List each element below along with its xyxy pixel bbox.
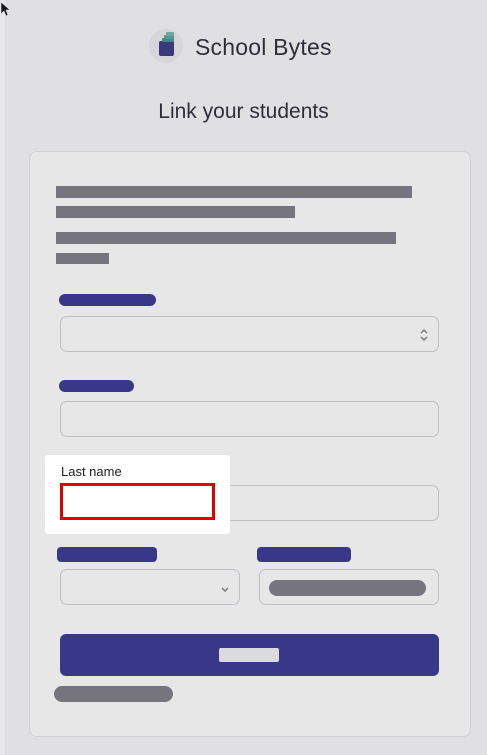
year-level-label [57,547,157,562]
description-line [56,186,412,198]
book-stack-icon [149,29,183,63]
submit-button-label [219,648,279,662]
last-name-highlight: Last name [45,455,230,534]
brand-header: School Bytes [0,22,487,72]
first-name-field[interactable] [60,401,439,437]
chevron-down-icon [221,587,229,592]
secondary-link[interactable] [54,686,173,702]
school-select[interactable] [60,316,439,352]
first-name-label [59,380,134,392]
mouse-cursor-icon [1,2,11,16]
brand-name: School Bytes [195,34,332,60]
date-of-birth-label [257,547,351,562]
school-label [59,294,156,306]
submit-button[interactable] [60,634,439,676]
description-line [56,232,396,244]
last-name-input[interactable] [60,483,215,520]
chevron-up-down-icon [420,329,428,341]
last-name-label: Last name [61,464,122,479]
date-of-birth-field[interactable] [259,569,439,605]
page-title: Link your students [158,100,329,123]
description-line [56,253,109,264]
year-level-select[interactable] [60,569,240,605]
date-placeholder [269,580,426,596]
description-line [56,206,295,218]
